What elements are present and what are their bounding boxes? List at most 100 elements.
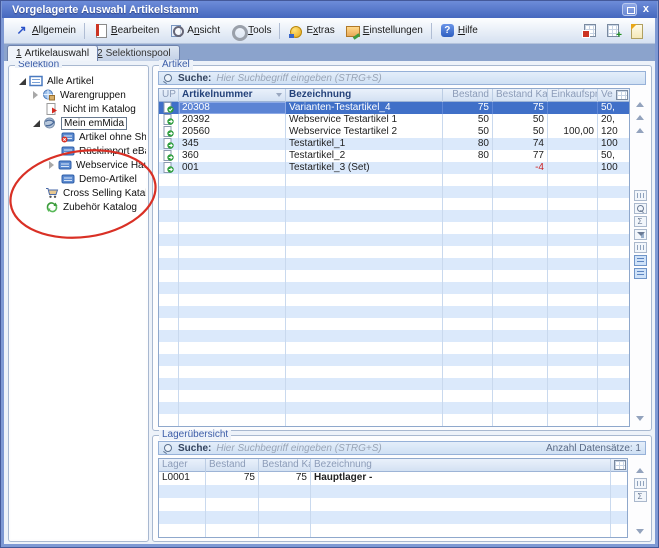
- column-chooser-icon[interactable]: [616, 90, 628, 100]
- table-export-icon[interactable]: [582, 23, 598, 38]
- column-header-artikelnummer[interactable]: Artikelnummer: [179, 89, 286, 102]
- expander-closed-icon[interactable]: [49, 161, 54, 169]
- gear-icon: [230, 23, 245, 38]
- tree-item-nicht-im-katalog[interactable]: Nicht im Katalog: [45, 102, 136, 116]
- table-add-icon[interactable]: [605, 23, 621, 38]
- scroll-down-icon[interactable]: [636, 416, 644, 421]
- scroll-down-icon[interactable]: [636, 529, 644, 534]
- new-document-icon[interactable]: [628, 23, 644, 38]
- lager-search-input[interactable]: Hier Suchbegriff eingeben (STRG+S): [216, 443, 381, 454]
- tree-item-zubehoer-katalog[interactable]: Zubehör Katalog: [45, 200, 137, 214]
- article-status-icon: [163, 102, 174, 113]
- menu-separator: [431, 23, 432, 39]
- menu-allgemein[interactable]: ↗ Allgemein: [9, 21, 81, 40]
- artikel-panel-title: Artikel: [159, 60, 193, 70]
- lager-grid-header: Lager Bestand Bestand Kalk. Bezeichnung: [159, 459, 627, 472]
- artikel-grid-body: 20308 Varianten-Testartikel_4 75 75 50, …: [159, 102, 629, 427]
- column-header-bestand[interactable]: Bestand: [206, 459, 259, 472]
- menu-hilfe[interactable]: Hilfe: [435, 21, 483, 40]
- tab-artikelauswahl[interactable]: 1Artikelauswahl: [7, 45, 98, 61]
- column-chooser-icon[interactable]: [614, 460, 626, 470]
- grid-layout-icon[interactable]: [634, 242, 647, 253]
- expander-closed-icon[interactable]: [33, 91, 38, 99]
- record-count: Anzahl Datensätze: 1: [546, 443, 641, 454]
- scroll-page-up-icon[interactable]: [636, 115, 644, 120]
- table-row[interactable]: 20308 Varianten-Testartikel_4 75 75 50,: [159, 102, 629, 114]
- tree-item-rueckimport-ebay[interactable]: Rückimport eBay: [61, 144, 146, 158]
- menu-tools[interactable]: Tools: [225, 21, 276, 40]
- column-header-up[interactable]: UP: [159, 89, 179, 102]
- lager-panel-title: Lagerübersicht: [159, 430, 231, 440]
- expander-open-icon[interactable]: [33, 120, 40, 127]
- table-row[interactable]: 20392 Webservice Testartikel 1 50 50 20,: [159, 114, 629, 126]
- grid-sum-icon[interactable]: [634, 491, 647, 502]
- column-header-bezeichnung[interactable]: Bezeichnung: [311, 459, 611, 472]
- title-bar: Vorgelagerte Auswahl Artikelstamm x: [2, 1, 657, 18]
- article-status-icon: [163, 114, 174, 125]
- column-header-lager[interactable]: Lager: [159, 459, 206, 472]
- table-row[interactable]: 001 Testartikel_3 (Set) -4 100: [159, 162, 629, 174]
- app-window: Vorgelagerte Auswahl Artikelstamm x ↗ Al…: [0, 0, 659, 548]
- globe-package-icon: [42, 89, 56, 101]
- menu-separator: [279, 23, 280, 39]
- table-row[interactable]: 360 Testartikel_2 80 77 50,: [159, 150, 629, 162]
- lager-search-bar[interactable]: Suche: Hier Suchbegriff eingeben (STRG+S…: [158, 441, 646, 455]
- column-header-bezeichnung[interactable]: Bezeichnung: [286, 89, 443, 102]
- artikel-panel: Artikel Suche: Hier Suchbegriff eingeben…: [152, 65, 652, 431]
- column-header-bestand-kalk[interactable]: Bestand Kalk.: [493, 89, 548, 102]
- article-status-icon: [163, 138, 174, 149]
- grid-search-icon[interactable]: [634, 203, 647, 214]
- menu-bearbeiten[interactable]: Bearbeiten: [88, 21, 164, 40]
- close-icon[interactable]: x: [643, 3, 649, 16]
- tree-item-artikel-ohne-shop-kategorie[interactable]: Artikel ohne Shop-Kategorie: [61, 130, 146, 144]
- tree-item-demo-artikel[interactable]: Demo-Artikel: [61, 172, 137, 186]
- tree-item-mein-emmida[interactable]: Mein emMida: [33, 116, 127, 130]
- extras-icon: [288, 23, 303, 38]
- expander-open-icon[interactable]: [19, 78, 26, 85]
- table-row[interactable]: L0001 75 75 Hauptlager -: [159, 472, 627, 485]
- artikel-grid-toolbar: [631, 88, 649, 427]
- artikel-search-bar[interactable]: Suche: Hier Suchbegriff eingeben (STRG+S…: [158, 71, 646, 85]
- content-area: Selektion Alle Artikel: [4, 61, 655, 544]
- category-icon: [58, 159, 72, 171]
- column-header-bestand[interactable]: Bestand: [443, 89, 493, 102]
- column-header-einkaufspreis[interactable]: Einkaufspreis: [548, 89, 598, 102]
- magnifier-doc-icon: [169, 23, 184, 38]
- lager-grid-toolbar: [631, 458, 649, 538]
- search-label: Suche:: [178, 73, 211, 84]
- maximize-icon[interactable]: [622, 3, 637, 16]
- artikel-grid: UP Artikelnummer Bezeichnung Bestand Bes…: [158, 88, 630, 427]
- menu-extras[interactable]: Extras: [283, 21, 339, 40]
- shopping-cart-icon: [45, 187, 59, 199]
- grid-sum-icon[interactable]: [634, 216, 647, 227]
- tree-item-warengruppen[interactable]: Warengruppen: [33, 88, 126, 102]
- grid-filter-icon[interactable]: [634, 229, 647, 240]
- edit-icon: [93, 23, 108, 38]
- tree-item-webservice-hauptkategorie[interactable]: Webservice Hauptkategorie: [49, 158, 146, 172]
- menu-einstellungen[interactable]: Einstellungen: [340, 21, 428, 40]
- search-icon: [163, 443, 173, 453]
- scroll-up-icon[interactable]: [636, 468, 644, 473]
- artikel-search-input[interactable]: Hier Suchbegriff eingeben (STRG+S): [216, 73, 381, 84]
- grid-columns-icon[interactable]: [634, 190, 647, 201]
- scroll-up-icon[interactable]: [636, 102, 644, 107]
- nav-arrow-icon: ↗: [14, 23, 29, 38]
- grid-view-detail-icon[interactable]: [634, 268, 647, 279]
- table-row[interactable]: 345 Testartikel_1 80 74 100: [159, 138, 629, 150]
- selektion-tree: Alle Artikel Warengruppen: [11, 68, 146, 539]
- lager-panel: Lagerübersicht Suche: Hier Suchbegriff e…: [152, 435, 652, 542]
- tree-item-alle-artikel[interactable]: Alle Artikel: [19, 74, 94, 88]
- window-title: Vorgelagerte Auswahl Artikelstamm: [2, 4, 199, 16]
- column-header-bestand-kalk[interactable]: Bestand Kalk.: [259, 459, 311, 472]
- grid-columns-icon[interactable]: [634, 478, 647, 489]
- grid-view-list-icon[interactable]: [634, 255, 647, 266]
- table-row[interactable]: 20560 Webservice Testartikel 2 50 50 100…: [159, 126, 629, 138]
- article-list-icon: [29, 75, 43, 87]
- sort-descending-icon: [276, 93, 282, 97]
- article-status-icon: [163, 126, 174, 137]
- tree-item-cross-selling-katalog[interactable]: Cross Selling Katalog: [45, 186, 146, 200]
- menu-bar: ↗ Allgemein Bearbeiten Ansicht Tools Ext…: [4, 18, 655, 44]
- tab-strip: 1Artikelauswahl 2Selektionspool: [4, 44, 655, 61]
- menu-ansicht[interactable]: Ansicht: [164, 21, 225, 40]
- scroll-top-icon[interactable]: [636, 128, 644, 133]
